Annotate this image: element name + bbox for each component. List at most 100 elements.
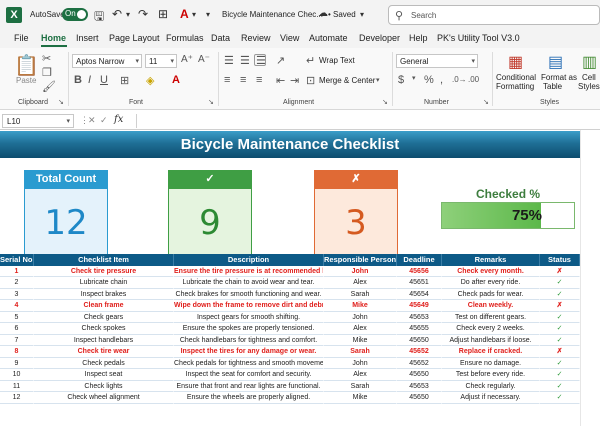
- status-cell[interactable]: ✓: [540, 369, 580, 381]
- borders-icon[interactable]: ⊞: [158, 7, 168, 21]
- serial-no-cell[interactable]: 1: [0, 265, 34, 277]
- header-checklist-item[interactable]: Checklist Item: [34, 254, 174, 266]
- status-cell[interactable]: ✗: [540, 265, 580, 277]
- saved-dropdown-icon[interactable]: ▾: [360, 10, 364, 19]
- tab-developer[interactable]: Developer: [359, 33, 400, 43]
- increase-indent-icon[interactable]: ⇥: [290, 74, 299, 87]
- align-center-icon[interactable]: ≡: [240, 74, 246, 86]
- remarks-cell[interactable]: Adjust if necessary.: [442, 392, 540, 404]
- status-cell[interactable]: ✓: [540, 323, 580, 335]
- conditional-formatting-icon[interactable]: ▦: [508, 52, 523, 72]
- customize-qat-icon[interactable]: ▾: [206, 10, 210, 19]
- header-responsible-person[interactable]: Responsible Person: [324, 254, 397, 266]
- deadline-cell[interactable]: 45653: [397, 380, 442, 392]
- chevron-down-icon[interactable]: ▾: [412, 74, 416, 82]
- checklist-item-cell[interactable]: Check spokes: [34, 323, 174, 335]
- deadline-cell[interactable]: 45655: [397, 323, 442, 335]
- autosave-toggle[interactable]: On: [62, 8, 88, 21]
- status-cell[interactable]: ✓: [540, 334, 580, 346]
- checklist-item-cell[interactable]: Clean frame: [34, 300, 174, 312]
- serial-no-cell[interactable]: 8: [0, 346, 34, 358]
- wrap-text-label[interactable]: Wrap Text: [319, 56, 355, 65]
- document-title[interactable]: Bicycle Maintenance Chec...: [222, 10, 323, 19]
- align-right-icon[interactable]: ≡: [256, 74, 262, 86]
- deadline-cell[interactable]: 45650: [397, 334, 442, 346]
- merge-center-icon[interactable]: ⊡: [306, 74, 315, 87]
- alignment-launcher-icon[interactable]: ↘: [382, 98, 388, 106]
- deadline-cell[interactable]: 45654: [397, 288, 442, 300]
- remarks-cell[interactable]: Ensure no damage.: [442, 357, 540, 369]
- italic-icon[interactable]: I: [88, 74, 91, 86]
- status-cell[interactable]: ✓: [540, 277, 580, 289]
- responsible-person-cell[interactable]: Alex: [324, 323, 397, 335]
- checklist-item-cell[interactable]: Check pedals: [34, 357, 174, 369]
- status-cell[interactable]: ✓: [540, 288, 580, 300]
- serial-no-cell[interactable]: 10: [0, 369, 34, 381]
- cell-styles-icon[interactable]: ▥: [582, 52, 597, 72]
- header-serial-no[interactable]: Serial No.: [0, 254, 34, 266]
- description-cell[interactable]: Ensure that front and rear lights are fu…: [174, 380, 324, 392]
- description-cell[interactable]: Wipe down the frame to remove dirt and d…: [174, 300, 324, 312]
- checklist-item-cell[interactable]: Inspect brakes: [34, 288, 174, 300]
- checklist-item-cell[interactable]: Check tire wear: [34, 346, 174, 358]
- responsible-person-cell[interactable]: Alex: [324, 369, 397, 381]
- checklist-item-cell[interactable]: Inspect seat: [34, 369, 174, 381]
- tab-pk-utility-tool[interactable]: PK's Utility Tool V3.0: [437, 33, 520, 43]
- checklist-item-cell[interactable]: Check wheel alignment: [34, 392, 174, 404]
- checklist-item-cell[interactable]: Check lights: [34, 380, 174, 392]
- worksheet[interactable]: Bicycle Maintenance Checklist Total Coun…: [0, 130, 600, 426]
- search-box[interactable]: ⚲ Search: [388, 5, 600, 25]
- decrease-decimal-icon[interactable]: .00: [468, 75, 479, 84]
- serial-no-cell[interactable]: 4: [0, 300, 34, 312]
- header-description[interactable]: Description: [174, 254, 324, 266]
- responsible-person-cell[interactable]: John: [324, 311, 397, 323]
- clipboard-launcher-icon[interactable]: ↘: [58, 98, 64, 106]
- responsible-person-cell[interactable]: Sarah: [324, 288, 397, 300]
- deadline-cell[interactable]: 45650: [397, 392, 442, 404]
- fill-color-icon[interactable]: ◈: [146, 74, 154, 87]
- remarks-cell[interactable]: Replace if cracked.: [442, 346, 540, 358]
- font-color-icon[interactable]: A: [180, 7, 189, 21]
- format-as-table-icon[interactable]: ▤: [548, 52, 563, 72]
- serial-no-cell[interactable]: 3: [0, 288, 34, 300]
- enter-icon[interactable]: ✓: [100, 115, 108, 126]
- conditional-formatting-label-2[interactable]: Formatting: [496, 82, 534, 91]
- font-color-dropdown-icon[interactable]: ▾: [192, 10, 196, 19]
- tab-page-layout[interactable]: Page Layout: [109, 33, 160, 43]
- status-cell[interactable]: ✗: [540, 300, 580, 312]
- status-cell[interactable]: ✓: [540, 380, 580, 392]
- description-cell[interactable]: Ensure the wheels are properly aligned.: [174, 392, 324, 404]
- font-color-icon[interactable]: A: [172, 74, 180, 86]
- checklist-item-cell[interactable]: Lubricate chain: [34, 277, 174, 289]
- font-launcher-icon[interactable]: ↘: [208, 98, 214, 106]
- comma-style-icon[interactable]: ,: [440, 74, 443, 86]
- number-launcher-icon[interactable]: ↘: [483, 98, 489, 106]
- currency-icon[interactable]: $: [398, 74, 404, 86]
- increase-font-icon[interactable]: A⁺: [181, 54, 193, 65]
- status-cell[interactable]: ✗: [540, 346, 580, 358]
- description-cell[interactable]: Ensure the spokes are properly tensioned…: [174, 323, 324, 335]
- responsible-person-cell[interactable]: John: [324, 357, 397, 369]
- formula-input[interactable]: [136, 114, 600, 128]
- responsible-person-cell[interactable]: Sarah: [324, 380, 397, 392]
- tab-data[interactable]: Data: [211, 33, 230, 43]
- remarks-cell[interactable]: Do after every ride.: [442, 277, 540, 289]
- serial-no-cell[interactable]: 9: [0, 357, 34, 369]
- remarks-cell[interactable]: Test on different gears.: [442, 311, 540, 323]
- tab-file[interactable]: File: [14, 33, 29, 43]
- remarks-cell[interactable]: Adjust handlebars if loose.: [442, 334, 540, 346]
- saved-status[interactable]: • Saved: [328, 10, 356, 19]
- align-top-icon[interactable]: ☰: [224, 54, 234, 67]
- tab-review[interactable]: Review: [241, 33, 271, 43]
- redo-icon[interactable]: ↷: [138, 7, 148, 21]
- description-cell[interactable]: Inspect the seat for comfort and securit…: [174, 369, 324, 381]
- header-remarks[interactable]: Remarks: [442, 254, 540, 266]
- borders-icon[interactable]: ⊞: [120, 74, 129, 87]
- header-deadline[interactable]: Deadline: [397, 254, 442, 266]
- decrease-indent-icon[interactable]: ⇤: [276, 74, 285, 87]
- undo-dropdown-icon[interactable]: ▾: [126, 10, 130, 19]
- responsible-person-cell[interactable]: Mike: [324, 392, 397, 404]
- serial-no-cell[interactable]: 12: [0, 392, 34, 404]
- font-size-combo[interactable]: 11 ▾: [145, 54, 177, 68]
- responsible-person-cell[interactable]: Sarah: [324, 346, 397, 358]
